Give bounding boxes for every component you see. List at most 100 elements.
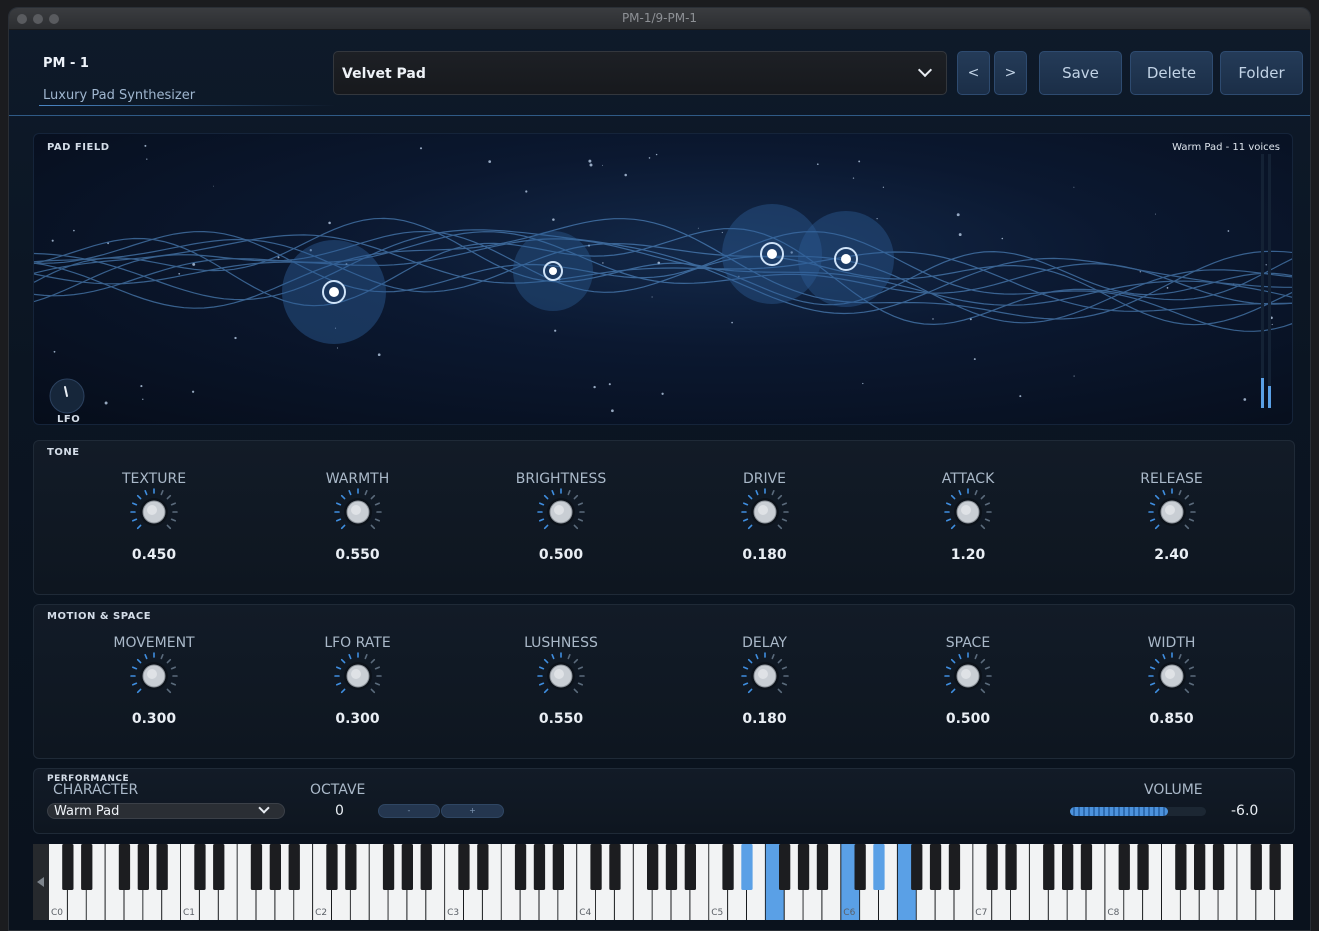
black-key — [665, 844, 678, 890]
knob-dial[interactable] — [333, 488, 382, 536]
knob-delay[interactable]: DELAY 0.180 — [685, 635, 845, 735]
piano-keys-svg[interactable]: C0 C1 C2 C3 C4 C5 C6 C7 C8 — [33, 844, 1294, 920]
octave-label: C8 — [1107, 908, 1119, 918]
knob-attack[interactable]: ATTACK 1.20 — [888, 471, 1048, 571]
star — [1227, 230, 1230, 232]
knob-drive[interactable]: DRIVE 0.180 — [685, 471, 845, 571]
knob-tick — [958, 489, 962, 496]
knob-value: 1.20 — [950, 547, 986, 563]
knob-dial[interactable] — [130, 652, 178, 700]
star — [328, 221, 331, 225]
knob-dial[interactable] — [944, 488, 992, 536]
knob-tick — [374, 682, 380, 686]
star — [876, 218, 878, 220]
knob-label: ATTACK — [941, 471, 995, 487]
black-key — [873, 844, 885, 890]
knob-dial[interactable] — [130, 488, 178, 536]
knob-lushness[interactable]: LUSHNESS 0.550 — [481, 635, 641, 735]
knob-tick — [742, 666, 748, 670]
knob-dial[interactable] — [740, 488, 789, 536]
knob-tick — [747, 658, 752, 664]
star — [589, 163, 593, 167]
knob-label: BRIGHTNESS — [515, 471, 607, 487]
knob-width[interactable]: WIDTH 0.850 — [1092, 635, 1252, 735]
black-key — [741, 844, 753, 890]
knob-value: 0.500 — [945, 711, 991, 727]
knob-label: LUSHNESS — [524, 635, 598, 651]
knob-lfo-rate[interactable]: LFO RATE 0.300 — [278, 635, 438, 735]
piano-keyboard[interactable]: C0 C1 C2 C3 C4 C5 C6 C7 C8 — [33, 844, 1294, 920]
knob-tick — [1188, 502, 1194, 506]
knob-warmth[interactable]: WARMTH 0.550 — [278, 471, 438, 571]
star — [956, 213, 960, 217]
black-key — [552, 844, 564, 890]
delete-button[interactable]: Delete — [1130, 51, 1213, 95]
next-preset-button[interactable]: > — [994, 51, 1027, 95]
knob-tick — [340, 688, 345, 694]
knob-tick — [950, 494, 956, 500]
save-button[interactable]: Save — [1039, 51, 1122, 95]
black-key — [326, 844, 338, 890]
knob-tick — [166, 494, 172, 500]
knob-release[interactable]: RELEASE 2.40 — [1092, 471, 1252, 571]
waveform-lines — [34, 217, 1292, 332]
knob-tick — [984, 666, 991, 670]
pad-field[interactable]: PAD FIELD Warm Pad - 11 voices LFO — [33, 133, 1293, 425]
knob-tick — [1161, 489, 1166, 496]
knob-tick — [577, 502, 584, 506]
folder-button[interactable]: Folder — [1220, 51, 1303, 95]
performance-panel: PERFORMANCE CHARACTER Warm Pad OCTAVE 0 … — [33, 768, 1295, 834]
octave-down-button[interactable]: - — [378, 804, 440, 818]
character-dropdown[interactable]: Warm Pad — [47, 802, 285, 819]
knob-tick — [370, 494, 375, 500]
knob-value: 0.180 — [742, 711, 787, 727]
knob-dial[interactable] — [1147, 652, 1196, 700]
star — [277, 256, 280, 259]
knob-tick — [1149, 518, 1155, 522]
knob-texture[interactable]: TEXTURE 0.450 — [74, 471, 234, 571]
black-key — [854, 844, 866, 890]
star — [1019, 395, 1022, 398]
star — [234, 336, 237, 340]
star — [602, 164, 603, 166]
knob-tick — [754, 653, 759, 660]
knob-dial[interactable] — [1147, 488, 1196, 536]
knob-tick — [980, 688, 986, 694]
knob-dial[interactable] — [740, 652, 789, 700]
knob-tick — [1177, 653, 1182, 660]
knob-dial[interactable] — [537, 652, 585, 700]
star — [1243, 398, 1247, 401]
knob-tick — [538, 518, 545, 522]
knob-space[interactable]: SPACE 0.500 — [888, 635, 1048, 735]
knob-dial[interactable] — [537, 488, 585, 536]
knob-dial[interactable] — [944, 652, 992, 700]
knob-dial[interactable] — [333, 652, 382, 700]
black-key — [382, 844, 395, 890]
knob-value: 0.550 — [538, 711, 584, 727]
volume-slider[interactable] — [1070, 807, 1206, 816]
motion-section-label: MOTION & SPACE — [47, 611, 152, 622]
knob-tick — [374, 666, 380, 670]
knob-highlight — [147, 669, 157, 679]
voice-node — [549, 267, 557, 275]
prev-preset-button[interactable]: < — [957, 51, 990, 95]
knob-highlight — [350, 669, 361, 679]
knob-tick — [950, 688, 956, 694]
voice-node — [329, 287, 339, 297]
black-key — [911, 844, 923, 890]
black-key — [948, 844, 961, 890]
star — [852, 177, 855, 179]
motion-space-panel: MOTION & SPACE MOVEMENT 0.300 LFO RATE 0.30… — [33, 604, 1295, 759]
knob-tick — [543, 524, 549, 530]
star — [588, 159, 592, 163]
star — [655, 153, 658, 156]
knob-tick — [984, 518, 991, 522]
octave-label: C1 — [183, 908, 195, 918]
octave-up-button[interactable]: + — [441, 804, 504, 818]
knob-movement[interactable]: MOVEMENT 0.300 — [74, 635, 234, 735]
black-key — [797, 844, 810, 890]
knob-tick — [1188, 682, 1194, 686]
knob-brightness[interactable]: BRIGHTNESS 0.500 — [481, 471, 641, 571]
preset-dropdown[interactable]: Velvet Pad — [333, 51, 947, 95]
star — [816, 163, 819, 166]
